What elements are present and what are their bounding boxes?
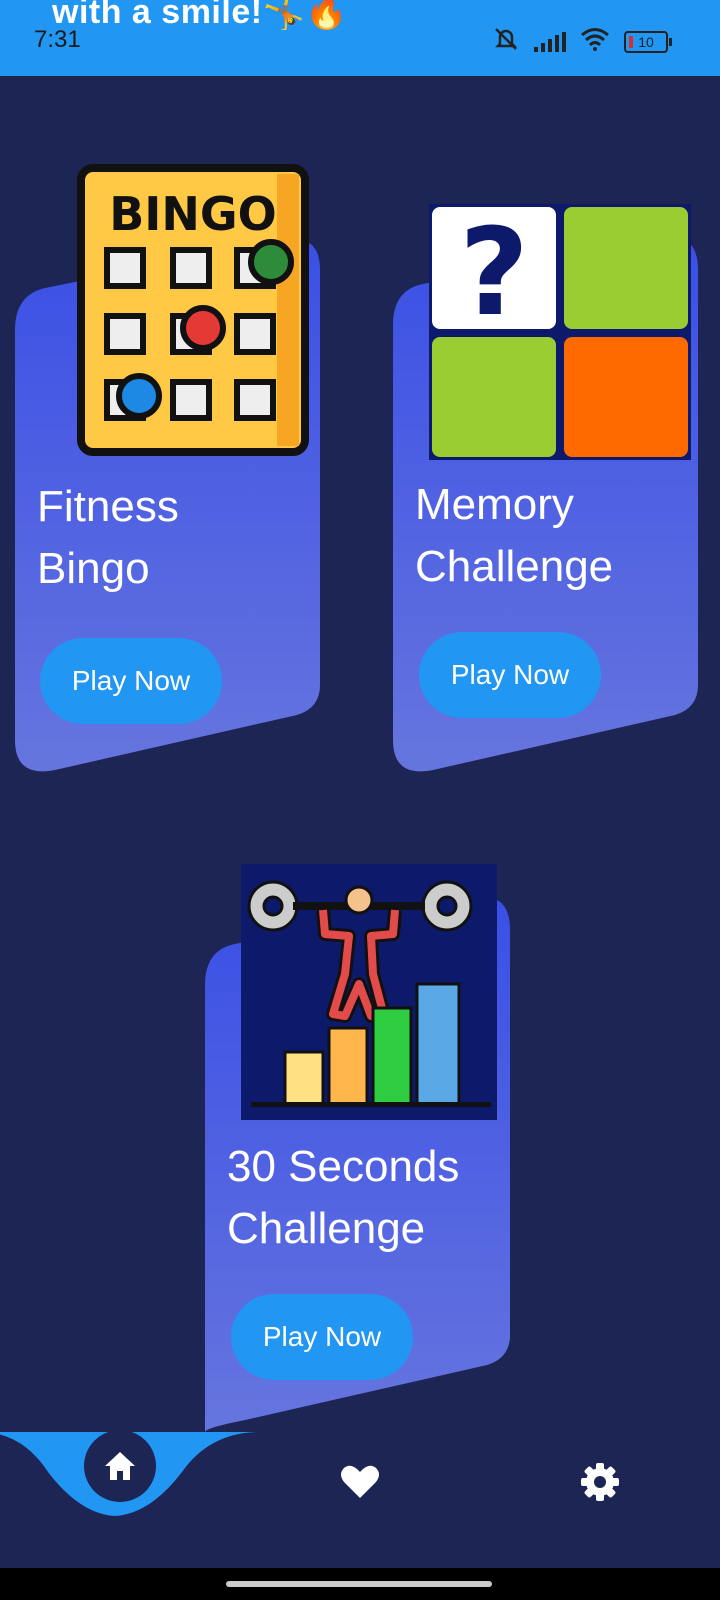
nav-favorites[interactable] (334, 1456, 386, 1508)
mute-icon (492, 26, 520, 57)
weightlifter-chart-icon (241, 864, 497, 1125)
settings-icon (581, 1463, 619, 1501)
status-icons: 10 (492, 26, 672, 57)
nav-home-bubble (84, 1430, 156, 1502)
card-title: 30 Seconds Challenge (227, 1142, 460, 1253)
signal-icon (534, 31, 566, 52)
play-now-button[interactable]: Play Now (231, 1294, 413, 1380)
svg-text:BINGO: BINGO (109, 187, 277, 241)
battery-icon: 10 (624, 30, 672, 53)
nav-settings[interactable] (574, 1456, 626, 1508)
bingo-card-icon: BINGO (77, 164, 309, 461)
heart-icon (341, 1465, 379, 1498)
svg-text:?: ? (459, 204, 529, 343)
status-bar: with a smile!🤸🔥 7:31 10 (0, 0, 720, 76)
gesture-handle[interactable] (226, 1581, 492, 1587)
bottom-navigation (0, 1430, 720, 1568)
play-now-button[interactable]: Play Now (419, 632, 601, 718)
game-card-memory-challenge[interactable]: ? Memory Challenge Play Now (393, 200, 699, 785)
clock: 7:31 (34, 26, 81, 53)
battery-level: 10 (638, 33, 654, 50)
game-card-30-seconds-challenge[interactable]: 30 Seconds Challenge Play Now (205, 860, 511, 1432)
memory-tiles-icon: ? (429, 204, 691, 465)
home-icon (105, 1452, 135, 1480)
play-now-button[interactable]: Play Now (40, 638, 222, 724)
nav-home[interactable] (84, 1430, 156, 1502)
system-gesture-bar (0, 1568, 720, 1600)
game-card-fitness-bingo[interactable]: BINGO Fitness Bingo Play Now (15, 160, 321, 785)
card-title: Memory Challenge (415, 480, 614, 591)
card-title: Fitness Bingo (37, 482, 179, 593)
banner-text: with a smile!🤸🔥 (52, 0, 349, 31)
wifi-icon (580, 27, 610, 56)
